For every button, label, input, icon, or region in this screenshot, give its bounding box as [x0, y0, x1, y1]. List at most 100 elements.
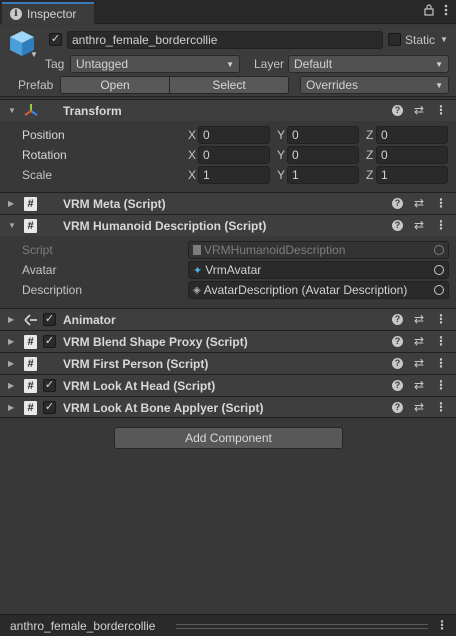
chevron-down-icon[interactable]: ▼: [30, 50, 38, 59]
description-value: AvatarDescription (Avatar Description): [203, 283, 408, 297]
preset-icon[interactable]: ⇄: [414, 103, 424, 117]
preset-icon[interactable]: ⇄: [414, 334, 424, 348]
help-icon[interactable]: ?: [391, 357, 403, 369]
prefab-label: Prefab: [18, 78, 54, 92]
position-z-field[interactable]: 0: [376, 126, 448, 144]
script-file-icon: [193, 245, 201, 255]
kebab-menu-icon[interactable]: ⋮: [435, 400, 447, 414]
layer-dropdown[interactable]: Default ▼: [288, 55, 449, 73]
object-picker-icon[interactable]: [434, 285, 444, 295]
static-checkbox[interactable]: [388, 33, 401, 46]
preset-icon[interactable]: ⇄: [414, 378, 424, 392]
axis-y-label[interactable]: Y: [277, 128, 285, 142]
help-icon[interactable]: ?: [391, 379, 403, 391]
axis-z-label[interactable]: Z: [366, 168, 373, 182]
static-dropdown-icon[interactable]: ▼: [440, 35, 448, 44]
transform-icon: [24, 104, 38, 116]
foldout-expanded-icon[interactable]: ▼: [8, 221, 16, 230]
preset-icon[interactable]: ⇄: [414, 218, 424, 232]
kebab-menu-icon[interactable]: ⋮: [435, 103, 447, 117]
resize-handle[interactable]: [176, 624, 428, 629]
position-z-value: 0: [381, 128, 388, 142]
axis-x-label[interactable]: X: [188, 128, 196, 142]
script-icon: #: [24, 335, 37, 349]
script-field: VRMHumanoidDescription: [188, 241, 449, 259]
vrm-humanoid-component-header[interactable]: ▼ # VRM Humanoid Description (Script) ? …: [0, 214, 456, 236]
look-at-bone-component-header[interactable]: ▶ # ✓ VRM Look At Bone Applyer (Script) …: [0, 396, 456, 418]
prefab-open-button[interactable]: Open: [60, 76, 170, 94]
scale-x-field[interactable]: 1: [198, 166, 270, 184]
preview-bar[interactable]: anthro_female_bordercollie ⋮: [0, 614, 456, 636]
prefab-overrides-dropdown[interactable]: Overrides ▼: [300, 76, 449, 94]
animator-component-header[interactable]: ▶ ✓ Animator ? ⇄ ⋮: [0, 308, 456, 330]
component-actions: ? ⇄ ⋮: [391, 196, 447, 210]
object-picker-icon[interactable]: [434, 265, 444, 275]
rotation-z-field[interactable]: 0: [376, 146, 448, 164]
foldout-collapsed-icon[interactable]: ▶: [8, 315, 14, 324]
static-label[interactable]: Static: [405, 33, 435, 47]
look-at-head-component-header[interactable]: ▶ # ✓ VRM Look At Head (Script) ? ⇄ ⋮: [0, 374, 456, 396]
help-icon[interactable]: ?: [391, 335, 403, 347]
tag-label: Tag: [45, 57, 65, 71]
animator-icon: [24, 314, 37, 326]
axis-x-label[interactable]: X: [188, 148, 196, 162]
blend-shape-component-header[interactable]: ▶ # ✓ VRM Blend Shape Proxy (Script) ? ⇄…: [0, 330, 456, 352]
axis-x-label[interactable]: X: [188, 168, 196, 182]
foldout-collapsed-icon[interactable]: ▶: [8, 403, 14, 412]
kebab-menu-icon[interactable]: ⋮: [435, 218, 447, 232]
blend-shape-title: VRM Blend Shape Proxy (Script): [63, 335, 248, 349]
foldout-collapsed-icon[interactable]: ▶: [8, 381, 14, 390]
help-icon[interactable]: ?: [391, 313, 403, 325]
kebab-menu-icon[interactable]: ⋮: [436, 618, 448, 632]
kebab-menu-icon[interactable]: ⋮: [435, 334, 447, 348]
position-x-field[interactable]: 0: [198, 126, 270, 144]
preset-icon[interactable]: ⇄: [414, 196, 424, 210]
help-icon[interactable]: ?: [391, 219, 403, 231]
foldout-collapsed-icon[interactable]: ▶: [8, 199, 14, 208]
description-field[interactable]: ◈ AvatarDescription (Avatar Description): [188, 281, 449, 299]
tab-bar: i Inspector: [0, 0, 456, 24]
scale-z-field[interactable]: 1: [376, 166, 448, 184]
axis-y-label[interactable]: Y: [277, 168, 285, 182]
rotation-x-field[interactable]: 0: [198, 146, 270, 164]
enabled-checkbox[interactable]: ✓: [43, 379, 56, 392]
enabled-checkbox[interactable]: ✓: [43, 313, 56, 326]
active-checkbox[interactable]: ✓: [49, 33, 62, 46]
axis-z-label[interactable]: Z: [366, 128, 373, 142]
enabled-checkbox[interactable]: ✓: [43, 401, 56, 414]
enabled-checkbox[interactable]: ✓: [43, 335, 56, 348]
component-actions: ? ⇄ ⋮: [391, 356, 447, 370]
vrm-meta-component-header[interactable]: ▶ # VRM Meta (Script) ? ⇄ ⋮: [0, 192, 456, 214]
foldout-expanded-icon[interactable]: ▼: [8, 106, 16, 115]
preset-icon[interactable]: ⇄: [414, 312, 424, 326]
tab-inspector[interactable]: i Inspector: [2, 2, 94, 24]
position-y-field[interactable]: 0: [287, 126, 359, 144]
gameobject-name-field[interactable]: anthro_female_bordercollie: [67, 31, 383, 49]
axis-z-label[interactable]: Z: [366, 148, 373, 162]
preset-icon[interactable]: ⇄: [414, 400, 424, 414]
avatar-field[interactable]: ✦ VrmAvatar: [188, 261, 449, 279]
kebab-menu-icon[interactable]: ⋮: [435, 312, 447, 326]
component-actions: ? ⇄ ⋮: [391, 218, 447, 232]
help-icon[interactable]: ?: [391, 197, 403, 209]
first-person-component-header[interactable]: ▶ # VRM First Person (Script) ? ⇄ ⋮: [0, 352, 456, 374]
preset-icon[interactable]: ⇄: [414, 356, 424, 370]
foldout-collapsed-icon[interactable]: ▶: [8, 337, 14, 346]
prefab-select-button[interactable]: Select: [169, 76, 289, 94]
position-y-value: 0: [292, 128, 299, 142]
scale-label: Scale: [22, 168, 53, 182]
axis-y-label[interactable]: Y: [277, 148, 285, 162]
kebab-menu-icon[interactable]: ⋮: [435, 356, 447, 370]
add-component-button[interactable]: Add Component: [114, 427, 343, 449]
foldout-collapsed-icon[interactable]: ▶: [8, 359, 14, 368]
help-icon[interactable]: ?: [391, 401, 403, 413]
scale-y-field[interactable]: 1: [287, 166, 359, 184]
kebab-menu-icon[interactable]: ⋮: [435, 196, 447, 210]
rotation-y-field[interactable]: 0: [287, 146, 359, 164]
lock-icon[interactable]: [424, 4, 434, 16]
kebab-menu-icon[interactable]: ⋮: [435, 378, 447, 392]
transform-component-header[interactable]: ▼ Transform ? ⇄ ⋮: [0, 99, 456, 121]
kebab-menu-icon[interactable]: [444, 4, 448, 16]
tag-dropdown[interactable]: Untagged ▼: [70, 55, 240, 73]
help-icon[interactable]: ?: [391, 104, 403, 116]
